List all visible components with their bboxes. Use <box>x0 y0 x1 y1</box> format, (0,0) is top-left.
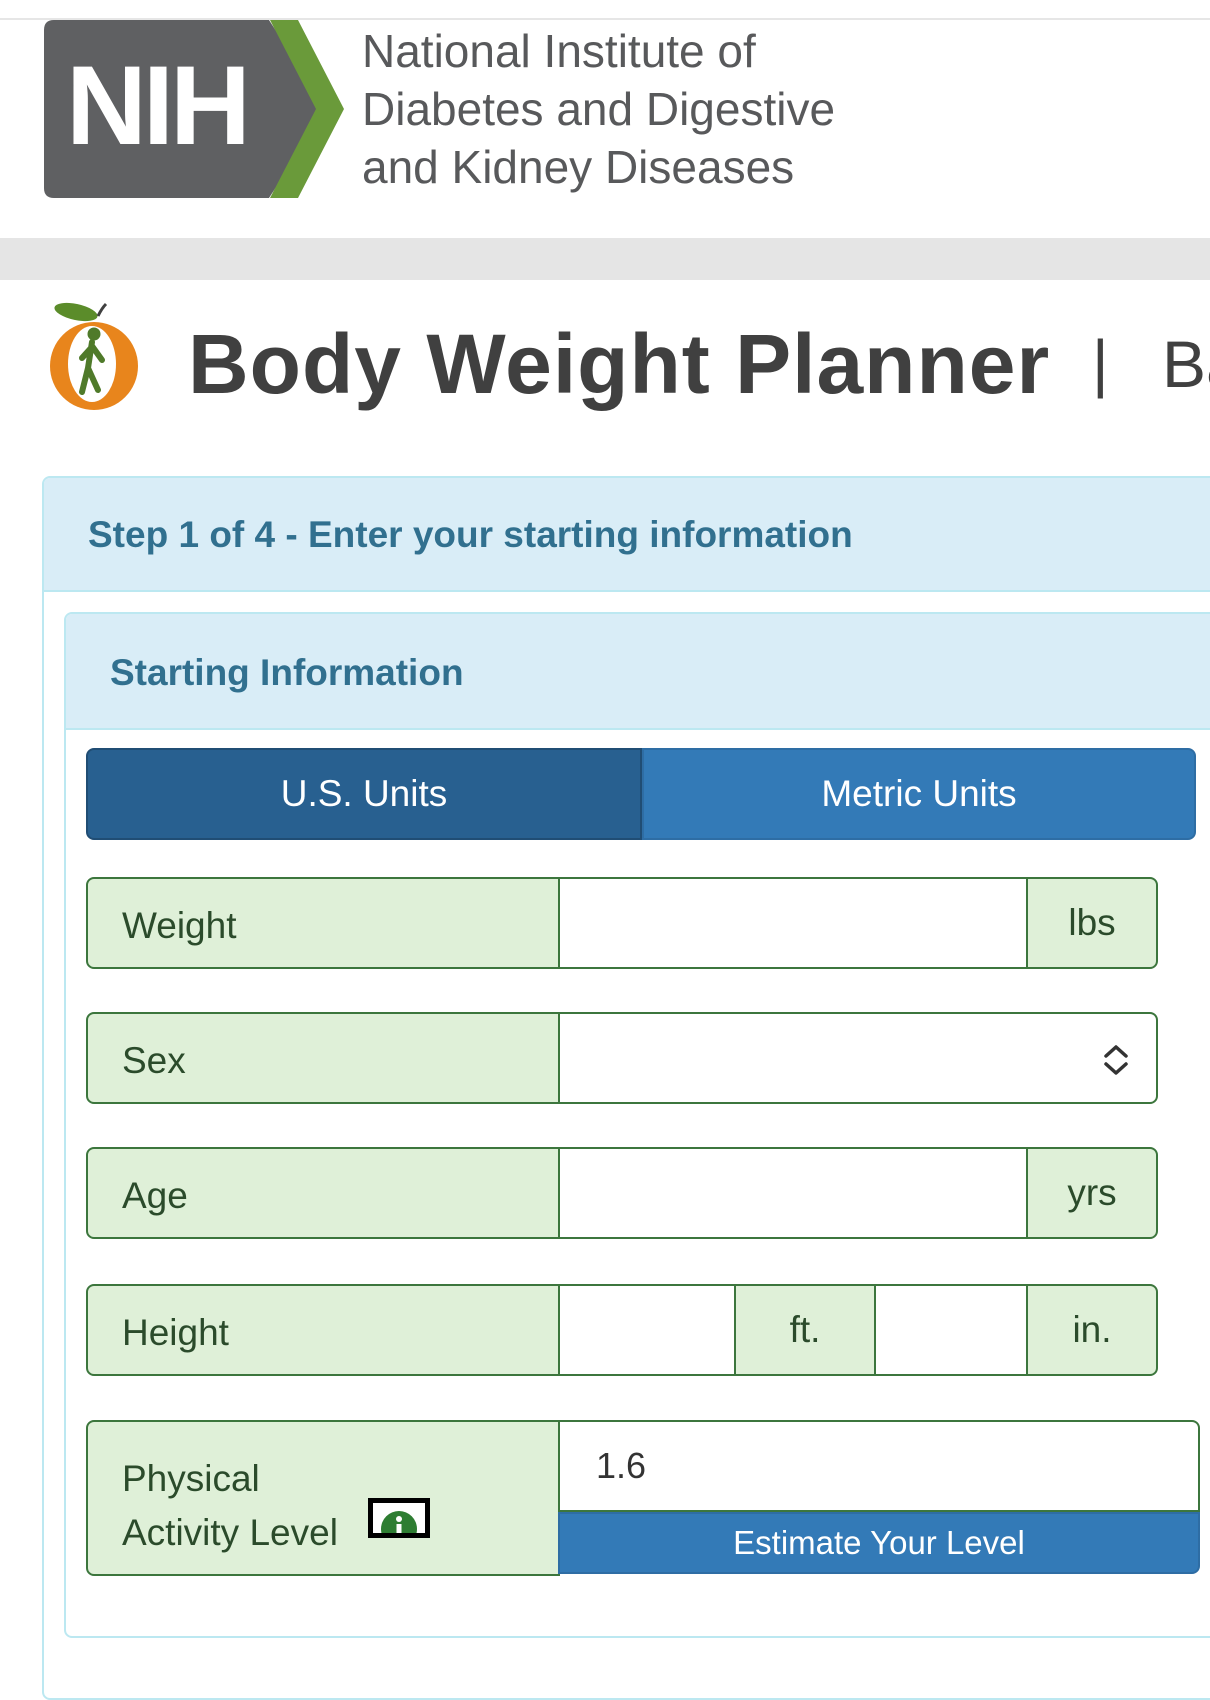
logo-stem <box>96 302 108 317</box>
height-feet-input[interactable] <box>558 1284 736 1376</box>
us-units-button[interactable]: U.S. Units <box>86 748 642 840</box>
sex-label-cell: Sex <box>86 1012 560 1104</box>
activity-label: Physical Activity Level <box>122 1452 338 1560</box>
nav-band <box>0 238 1210 280</box>
metric-units-button[interactable]: Metric Units <box>642 748 1196 840</box>
nih-line-1: National Institute of <box>362 25 756 77</box>
age-unit-addon: yrs <box>1026 1147 1158 1239</box>
weight-input[interactable] <box>558 877 1028 969</box>
activity-row: Physical Activity Level Estimate Your Le… <box>86 1420 1200 1576</box>
age-label-cell: Age <box>86 1147 560 1239</box>
age-label: Age <box>122 1175 188 1216</box>
sex-label: Sex <box>122 1040 186 1081</box>
step-panel-heading: Step 1 of 4 - Enter your starting inform… <box>44 478 1210 592</box>
sex-select[interactable] <box>558 1012 1158 1104</box>
section-title: Starting Information <box>110 652 464 693</box>
title-separator: | <box>1092 327 1109 399</box>
height-feet-addon: ft. <box>734 1284 876 1376</box>
age-input[interactable] <box>558 1147 1028 1239</box>
weight-label-cell: Weight <box>86 877 560 969</box>
activity-level-input[interactable] <box>558 1420 1200 1512</box>
height-inches-input[interactable] <box>874 1284 1028 1376</box>
nih-logo[interactable]: NIH <box>44 20 344 198</box>
step-title: Step 1 of 4 - Enter your starting inform… <box>88 514 853 555</box>
nav-link-truncated[interactable]: Ba <box>1162 326 1210 402</box>
weight-row: Weight lbs <box>86 877 1198 969</box>
weight-label: Weight <box>122 905 237 946</box>
info-circle-icon <box>381 1511 417 1547</box>
nih-logo-text: NIH <box>66 43 247 168</box>
estimate-level-button[interactable]: Estimate Your Level <box>558 1512 1200 1574</box>
height-inches-addon: in. <box>1026 1284 1158 1376</box>
age-row: Age yrs <box>86 1147 1198 1239</box>
starting-info-heading: Starting Information <box>66 614 1210 730</box>
activity-label-line-1: Physical <box>122 1458 260 1499</box>
activity-label-cell: Physical Activity Level <box>86 1420 560 1576</box>
body-weight-planner-logo[interactable] <box>42 298 146 416</box>
nih-line-2: Diabetes and Digestive <box>362 83 836 135</box>
height-row: Height ft. in. <box>86 1284 1198 1376</box>
sex-row: Sex <box>86 1012 1198 1104</box>
nih-line-3: and Kidney Diseases <box>362 141 795 193</box>
height-label: Height <box>122 1312 229 1353</box>
weight-unit-addon: lbs <box>1026 877 1158 969</box>
logo-leaf <box>54 302 98 322</box>
nih-institute-name: National Institute of Diabetes and Diges… <box>362 22 835 196</box>
height-label-cell: Height <box>86 1284 560 1376</box>
app-title: Body Weight Planner <box>188 317 1051 411</box>
select-chevron-icon <box>1104 1045 1128 1075</box>
info-icon[interactable] <box>368 1498 430 1547</box>
activity-label-line-2: Activity Level <box>122 1512 338 1553</box>
